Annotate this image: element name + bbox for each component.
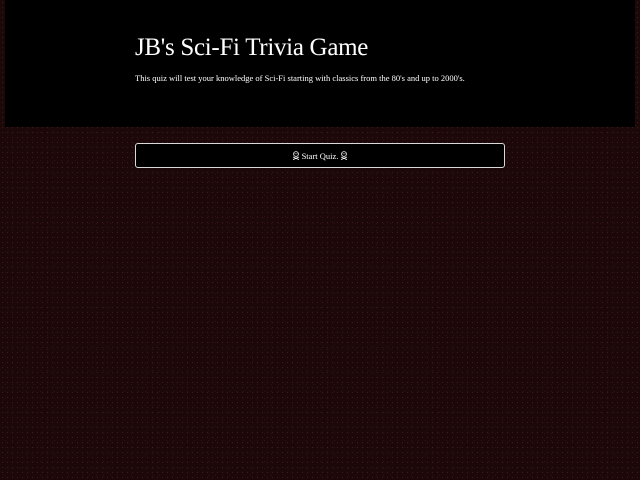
page-subtitle: This quiz will test your knowledge of Sc… (135, 73, 465, 83)
page-title: JB's Sci-Fi Trivia Game (135, 34, 369, 61)
header-panel: JB's Sci-Fi Trivia Game This quiz will t… (5, 0, 635, 127)
start-quiz-label: Start Quiz. (301, 150, 339, 161)
skull-crossbones-icon (340, 151, 348, 160)
skull-crossbones-icon (292, 151, 300, 160)
start-quiz-button[interactable]: Start Quiz. (135, 143, 505, 168)
